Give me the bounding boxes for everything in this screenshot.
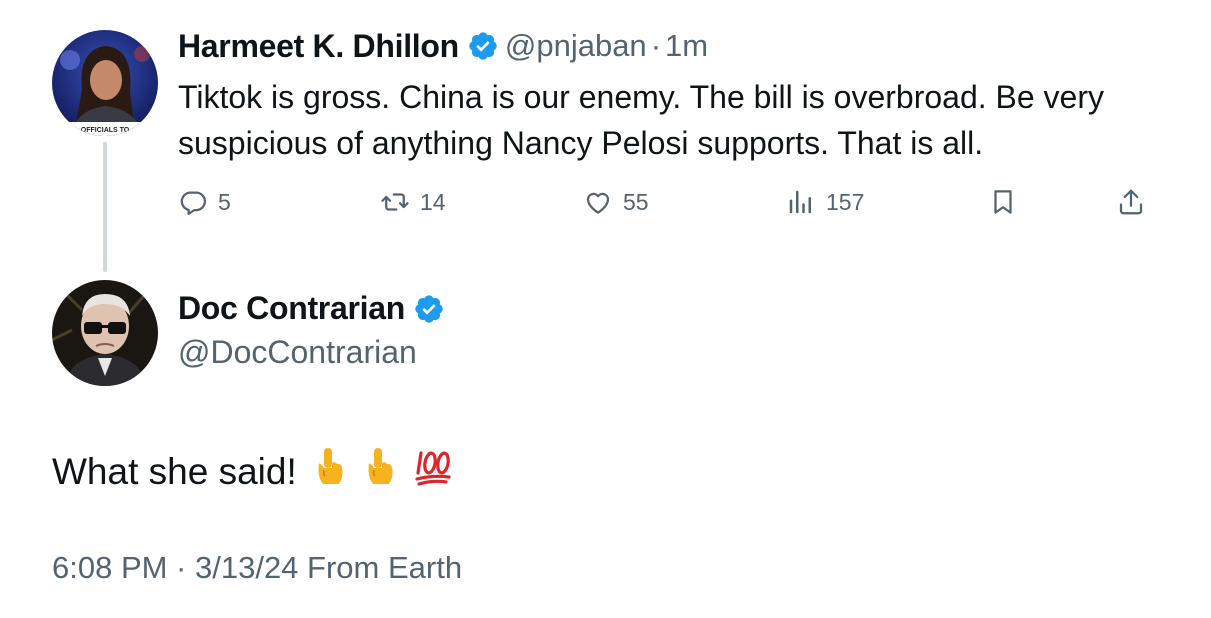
bookmark-button[interactable] xyxy=(988,182,1018,222)
repost-count: 14 xyxy=(420,188,446,215)
repost-icon xyxy=(381,193,409,211)
avatar-caption: OFFICIALS TO xyxy=(81,127,130,134)
thread-line xyxy=(103,142,107,272)
repost-button[interactable]: 14 xyxy=(380,182,446,222)
reply-author-handle[interactable]: @DocContrarian xyxy=(178,334,417,371)
tweet-timestamp[interactable]: 6:08 PM · 3/13/24 From Earth xyxy=(52,550,462,586)
quoted-tweet-text: Tiktok is gross. China is our enemy. The… xyxy=(178,79,1104,161)
heart-icon xyxy=(586,192,610,214)
views-button[interactable]: 157 xyxy=(786,182,864,222)
pointing-up-emoji-icon xyxy=(363,446,397,497)
hundred-points-emoji-icon xyxy=(413,447,453,496)
reply-author-name[interactable]: Doc Contrarian xyxy=(178,290,405,327)
reply-tweet-text-row: What she said! xyxy=(52,446,453,497)
like-count: 55 xyxy=(623,188,649,215)
share-button[interactable] xyxy=(1116,182,1146,222)
pointing-up-emoji-icon xyxy=(313,446,347,497)
avatar-doc-contrarian[interactable] xyxy=(52,280,158,386)
bookmark-icon xyxy=(994,190,1012,214)
like-button[interactable]: 55 xyxy=(583,182,649,222)
time-ago[interactable]: 1m xyxy=(665,28,708,64)
reply-button[interactable]: 5 xyxy=(178,182,231,222)
reply-count: 5 xyxy=(218,188,231,215)
views-chart-icon xyxy=(789,190,811,214)
separator-dot: · xyxy=(650,28,662,63)
quoted-tweet-header: Harmeet K. Dhillon @pnjaban · 1m xyxy=(178,24,708,68)
share-icon xyxy=(1119,189,1143,215)
avatar-harmeet[interactable]: OFFICIALS TO xyxy=(52,30,158,136)
author-handle[interactable]: @pnjaban xyxy=(505,28,647,64)
views-count: 157 xyxy=(826,188,865,215)
reply-author-row: Doc Contrarian xyxy=(178,290,445,327)
reply-tweet-text: What she said! xyxy=(52,450,297,492)
verified-badge-icon xyxy=(467,30,499,62)
verified-badge-icon xyxy=(413,293,445,325)
reply-icon xyxy=(180,191,206,215)
author-name[interactable]: Harmeet K. Dhillon xyxy=(178,28,459,65)
